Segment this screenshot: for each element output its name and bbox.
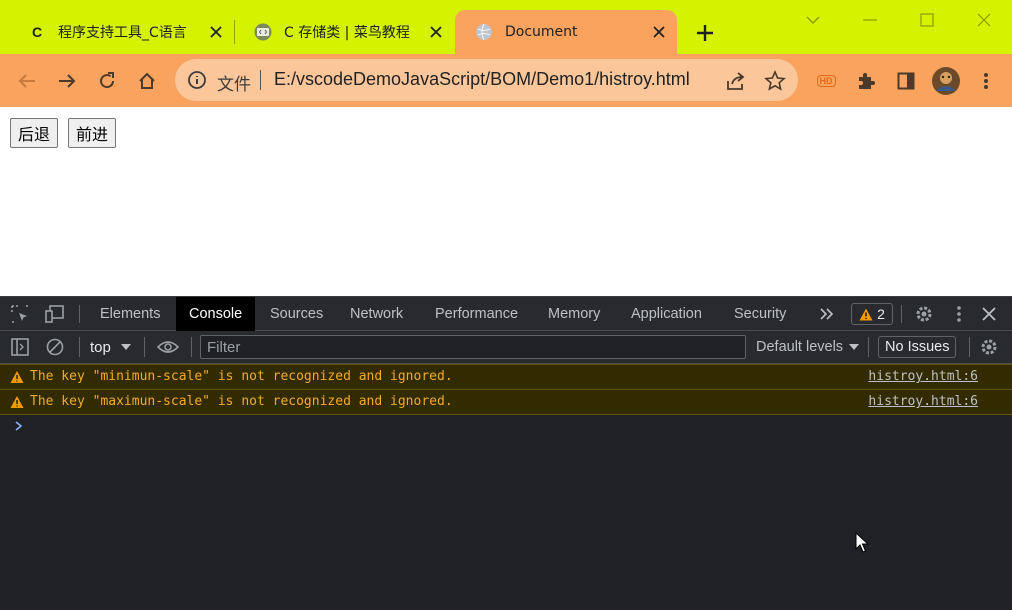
home-icon[interactable] — [132, 66, 162, 96]
console-prompt-chevron-icon[interactable] — [12, 419, 26, 433]
tab-network[interactable]: Network — [350, 297, 403, 331]
tab-performance[interactable]: Performance — [435, 297, 518, 331]
console-toolbar: top Default levels No Issues — [0, 331, 1012, 364]
page-viewport: 后退 前进 — [0, 107, 1012, 296]
tab-sources[interactable]: Sources — [270, 297, 323, 331]
bookmark-star-icon[interactable] — [764, 69, 786, 92]
console-filter-input[interactable] — [200, 335, 746, 359]
divider — [868, 337, 869, 357]
hd-extension-icon[interactable]: HD — [811, 66, 841, 96]
divider — [969, 337, 970, 357]
omnibox-label: 文件 — [217, 75, 251, 95]
divider — [901, 305, 902, 323]
devtools-tab-bar: Elements Console Sources Network Perform… — [0, 296, 1012, 331]
share-icon[interactable] — [725, 70, 747, 92]
back-arrow-icon[interactable] — [12, 66, 42, 96]
hd-badge: HD — [816, 75, 836, 87]
more-tabs-chevron-icon[interactable] — [816, 303, 838, 325]
tab-c-tools[interactable]: C 程序支持工具_C语言 — [8, 10, 234, 54]
issues-counter-button[interactable]: 2 — [851, 303, 893, 325]
inspect-element-icon[interactable] — [9, 303, 31, 325]
browser-toolbar: 文件 E:/vscodeDemoJavaScript/BOM/Demo1/his… — [0, 54, 1012, 107]
tab-title: Document — [505, 24, 578, 40]
divider — [191, 337, 192, 357]
message-source-link[interactable]: histroy.html:6 — [868, 369, 978, 384]
close-icon[interactable] — [424, 20, 448, 44]
log-levels-dropdown[interactable]: Default levels — [756, 336, 860, 358]
maximize-icon[interactable] — [915, 8, 939, 32]
divider — [79, 337, 80, 357]
context-value: top — [90, 338, 111, 356]
device-toolbar-icon[interactable] — [44, 303, 66, 325]
no-issues-button[interactable]: No Issues — [878, 336, 957, 358]
dropdown-triangle-icon — [120, 344, 131, 350]
live-expression-eye-icon[interactable] — [157, 336, 179, 358]
window-close-icon[interactable] — [972, 8, 996, 32]
tab-memory[interactable]: Memory — [548, 297, 600, 331]
sidebar-toggle-icon[interactable] — [9, 336, 31, 358]
close-icon[interactable] — [647, 20, 671, 44]
info-icon[interactable] — [187, 70, 207, 90]
code-icon — [254, 23, 272, 41]
mouse-pointer-icon — [855, 532, 869, 553]
url-text[interactable]: E:/vscodeDemoJavaScript/BOM/Demo1/histro… — [274, 69, 690, 90]
warning-triangle-icon — [10, 396, 24, 408]
tab-title: 程序支持工具_C语言 — [58, 25, 187, 41]
divider — [144, 337, 145, 357]
devtools-menu-icon[interactable] — [948, 303, 970, 325]
side-panel-icon[interactable] — [891, 66, 921, 96]
dropdown-triangle-icon — [849, 344, 860, 350]
tab-search-icon[interactable] — [801, 8, 825, 32]
new-tab-button[interactable] — [692, 20, 718, 46]
settings-gear-icon[interactable] — [913, 303, 935, 325]
console-message: The key "minimun-scale" is not recognize… — [0, 364, 1012, 389]
warning-triangle-icon — [10, 371, 24, 383]
tab-document[interactable]: Document — [455, 10, 677, 54]
devtools-close-icon[interactable] — [978, 303, 1000, 325]
message-text: The key "minimun-scale" is not recognize… — [30, 369, 453, 384]
warning-triangle-icon — [859, 308, 873, 320]
omnibox-divider — [260, 70, 261, 90]
tab-elements[interactable]: Elements — [100, 297, 160, 331]
console-settings-gear-icon[interactable] — [978, 336, 1000, 358]
divider — [79, 305, 80, 323]
context-selector[interactable]: top — [90, 336, 131, 358]
tab-title: C 存储类 | 菜鸟教程 — [284, 25, 410, 41]
clear-console-icon[interactable] — [44, 336, 66, 358]
reload-icon[interactable] — [92, 66, 122, 96]
log-levels-label: Default levels — [756, 339, 844, 355]
tab-security[interactable]: Security — [734, 297, 786, 331]
console-message: The key "maximun-scale" is not recognize… — [0, 389, 1012, 415]
history-back-button[interactable]: 后退 — [10, 118, 59, 148]
tab-strip: C 程序支持工具_C语言 C 存储类 | 菜鸟教程 Document — [0, 0, 1012, 54]
profile-avatar[interactable] — [931, 66, 961, 96]
message-source-link[interactable]: histroy.html:6 — [868, 394, 978, 409]
tab-console[interactable]: Console — [176, 297, 256, 331]
history-forward-button[interactable]: 前进 — [68, 118, 117, 148]
address-bar[interactable]: 文件 E:/vscodeDemoJavaScript/BOM/Demo1/his… — [175, 59, 798, 101]
message-text: The key "maximun-scale" is not recognize… — [30, 394, 453, 409]
c-letter-icon: C — [31, 24, 43, 40]
issues-count: 2 — [877, 306, 885, 322]
forward-arrow-icon[interactable] — [52, 66, 82, 96]
kebab-menu-icon[interactable] — [971, 66, 1001, 96]
tab-runoob[interactable]: C 存储类 | 菜鸟教程 — [234, 10, 454, 54]
minimize-icon[interactable] — [858, 8, 882, 32]
console-output: The key "minimun-scale" is not recognize… — [0, 364, 1012, 610]
tab-application[interactable]: Application — [631, 297, 702, 331]
close-icon[interactable] — [204, 20, 228, 44]
extensions-puzzle-icon[interactable] — [851, 66, 881, 96]
globe-icon — [475, 23, 493, 41]
